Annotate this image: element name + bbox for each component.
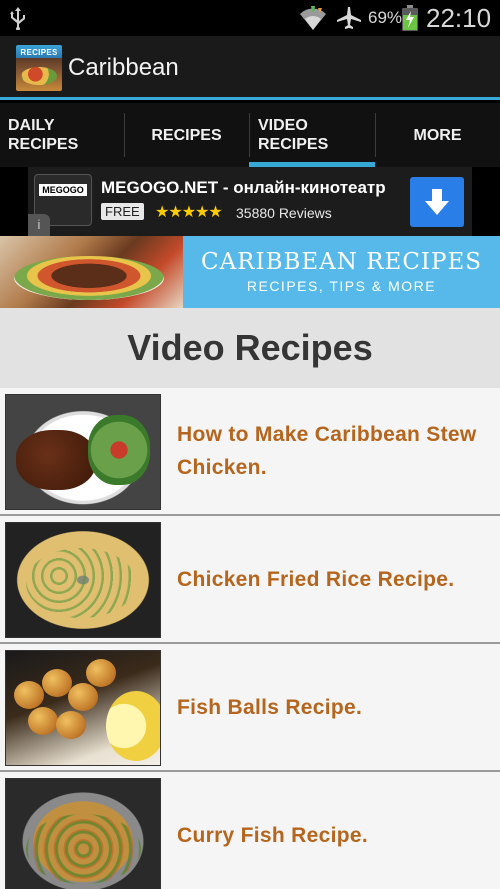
page-title: Video Recipes	[127, 327, 373, 368]
video-thumbnail[interactable]	[5, 650, 161, 766]
ad-content[interactable]: MEGOGO i MEGOGO.NET - онлайн-кинотеатр F…	[28, 167, 472, 236]
download-arrow-icon	[425, 189, 449, 215]
tab-more[interactable]: MORE	[375, 103, 500, 167]
ad-logo-text: MEGOGO	[39, 184, 87, 196]
ad-review-count: 35880 Reviews	[236, 205, 332, 221]
list-item[interactable]: Curry Fish Recipe.	[0, 772, 500, 889]
thumbnail-food	[14, 681, 44, 709]
video-thumbnail[interactable]	[5, 394, 161, 510]
ad-title: MEGOGO.NET - онлайн-кинотеатр	[101, 178, 386, 197]
ad-banner[interactable]: MEGOGO i MEGOGO.NET - онлайн-кинотеатр F…	[0, 167, 500, 236]
thumbnail-food	[56, 711, 86, 739]
banner-plate-image	[14, 256, 164, 300]
banner-food-image	[0, 236, 183, 308]
list-item[interactable]: Chicken Fried Rice Recipe.	[0, 516, 500, 644]
list-item[interactable]: How to Make Caribbean Stew Chicken.	[0, 388, 500, 516]
ad-download-button[interactable]	[410, 177, 464, 227]
video-title[interactable]: Chicken Fried Rice Recipe.	[177, 516, 497, 642]
video-title[interactable]: Fish Balls Recipe.	[177, 644, 497, 770]
thumbnail-food	[28, 707, 58, 735]
tab-bar: DAILY RECIPES RECIPES VIDEO RECIPES MORE	[0, 103, 500, 167]
airplane-icon	[337, 7, 361, 29]
thumbnail-food	[26, 548, 136, 618]
info-icon[interactable]: i	[28, 214, 50, 236]
app-title: Caribbean	[68, 54, 179, 81]
list-item[interactable]: Fish Balls Recipe.	[0, 644, 500, 772]
status-bar: 69% 22:10	[0, 0, 500, 36]
thumbnail-food	[26, 814, 141, 884]
ad-price-badge: FREE	[101, 203, 144, 220]
banner-subtitle: RECIPES, TIPS & MORE	[246, 278, 437, 294]
tab-label: VIDEO RECIPES	[258, 117, 329, 153]
video-title[interactable]: Curry Fish Recipe.	[177, 772, 497, 889]
usb-icon	[10, 7, 25, 30]
tab-label: RECIPES	[151, 126, 222, 144]
tab-label: MORE	[413, 126, 462, 144]
app-icon-food-image	[21, 67, 57, 85]
tab-recipes[interactable]: RECIPES	[124, 103, 249, 167]
action-bar: RECIPES Caribbean	[0, 36, 500, 100]
thumbnail-food	[106, 691, 160, 761]
clock-time: 22:10	[426, 3, 492, 33]
thumbnail-food	[16, 430, 96, 490]
video-thumbnail[interactable]	[5, 778, 161, 889]
ad-rating-stars: ★★★★★	[155, 204, 223, 221]
tab-video-recipes[interactable]: VIDEO RECIPES	[249, 103, 375, 167]
thumbnail-food	[68, 683, 98, 711]
thumbnail-food	[88, 415, 150, 485]
thumbnail-food	[86, 659, 116, 687]
battery-percent: 69%	[368, 8, 403, 27]
tab-label: DAILY RECIPES	[8, 117, 79, 153]
tab-daily-recipes[interactable]: DAILY RECIPES	[0, 103, 124, 167]
app-icon-label: RECIPES	[20, 48, 58, 57]
wifi-icon	[300, 6, 326, 30]
video-thumbnail[interactable]	[5, 522, 161, 638]
battery-charging-icon	[402, 5, 418, 31]
header-banner: CARIBBEAN RECIPES RECIPES, TIPS & MORE	[0, 236, 500, 308]
video-title[interactable]: How to Make Caribbean Stew Chicken.	[177, 388, 497, 514]
banner-title: CARIBBEAN RECIPES	[200, 249, 483, 275]
app-icon[interactable]: RECIPES	[16, 45, 62, 91]
